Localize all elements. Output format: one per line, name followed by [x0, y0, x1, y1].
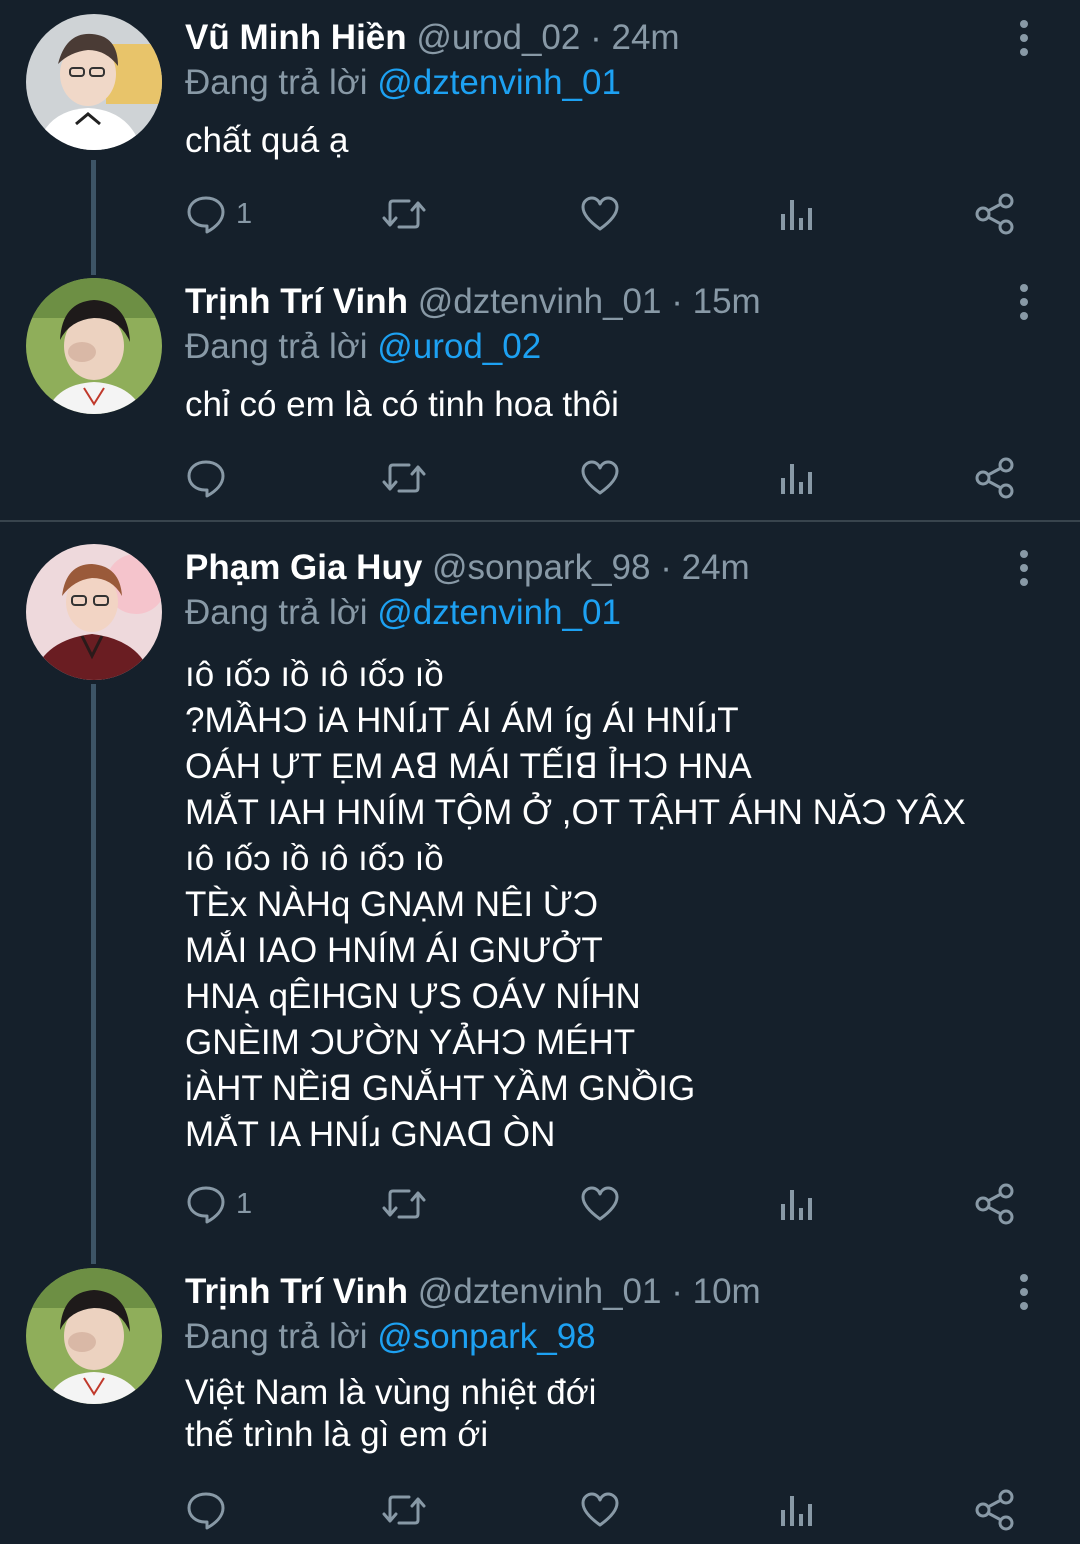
replying-to-label: Đang trả lời [185, 1317, 368, 1356]
user-handle[interactable]: @dztenvinh_01 [418, 1272, 662, 1311]
like-icon [581, 196, 619, 231]
share-icon [975, 457, 1014, 499]
replying-to-label: Đang trả lời [185, 63, 368, 102]
replying-to-label: Đang trả lời [185, 327, 368, 366]
timestamp[interactable]: 10m [693, 1272, 761, 1311]
share-icon [975, 193, 1014, 235]
mention-link[interactable]: @sonpark_98 [377, 1317, 595, 1356]
retweet-icon [382, 1495, 426, 1525]
mention-link[interactable]: @urod_02 [377, 327, 541, 366]
analytics-icon [781, 1190, 812, 1220]
tweet-text: chỉ có em là có tinh hoa thôi [185, 385, 619, 424]
avatar[interactable] [26, 278, 162, 414]
display-name[interactable]: Vũ Minh Hiền [185, 18, 407, 57]
replying-to: Đang trả lời @sonpark_98 [185, 1315, 596, 1359]
reply-icon [187, 460, 225, 498]
retweet-button[interactable] [381, 1482, 427, 1538]
like-icon [581, 460, 619, 495]
like-button[interactable] [580, 186, 620, 242]
mention-link[interactable]: @dztenvinh_01 [377, 593, 621, 632]
tweet-header: Phạm Gia Huy @sonpark_98 · 24m [185, 546, 750, 590]
share-button[interactable] [974, 450, 1016, 506]
analytics-button[interactable] [779, 1176, 815, 1232]
tweet-header: Vũ Minh Hiền @urod_02 · 24m [185, 16, 680, 60]
reply-icon [187, 1492, 225, 1530]
share-button[interactable] [974, 1176, 1016, 1232]
more-icon[interactable] [1004, 1270, 1044, 1314]
reply-button[interactable]: 1 [186, 186, 252, 242]
retweet-icon [382, 1189, 426, 1219]
timestamp[interactable]: 24m [612, 18, 680, 57]
separator: · [671, 282, 683, 321]
like-icon [581, 1186, 619, 1221]
tweet-text: ıô ıốɔ ıồ ıô ıốɔ ıồ ?MẦHƆ iA HNÍɹT ÁI ÁM… [185, 655, 966, 1154]
user-handle[interactable]: @dztenvinh_01 [418, 282, 662, 321]
share-icon [975, 1489, 1014, 1531]
action-bar [0, 1482, 1080, 1538]
reply-button[interactable] [186, 450, 236, 506]
mention-link[interactable]: @dztenvinh_01 [377, 63, 621, 102]
action-bar [0, 450, 1080, 506]
retweet-icon [382, 199, 426, 229]
separator: · [590, 18, 602, 57]
tweet-text: Việt Nam là vùng nhiệt đới thế trình là … [185, 1373, 597, 1454]
retweet-button[interactable] [381, 450, 427, 506]
like-button[interactable] [580, 1482, 620, 1538]
analytics-icon [781, 1496, 812, 1526]
display-name[interactable]: Trịnh Trí Vinh [185, 1272, 408, 1311]
analytics-icon [781, 464, 812, 494]
analytics-button[interactable] [779, 1482, 815, 1538]
retweet-button[interactable] [381, 186, 427, 242]
replying-to: Đang trả lời @urod_02 [185, 325, 541, 369]
user-handle[interactable]: @sonpark_98 [432, 548, 650, 587]
analytics-button[interactable] [779, 450, 815, 506]
retweet-icon [382, 463, 426, 493]
analytics-button[interactable] [779, 186, 815, 242]
tweet[interactable]: Trịnh Trí Vinh @dztenvinh_01 · 15m Đang … [0, 264, 1080, 520]
timestamp[interactable]: 24m [682, 548, 750, 587]
reply-icon [187, 196, 225, 234]
tweet[interactable]: Phạm Gia Huy @sonpark_98 · 24m Đang trả … [0, 530, 1080, 1250]
like-button[interactable] [580, 1176, 620, 1232]
separator: · [671, 1272, 683, 1311]
action-bar: 1 [0, 1176, 1080, 1232]
replying-to-label: Đang trả lời [185, 593, 368, 632]
avatar[interactable] [26, 1268, 162, 1404]
share-icon [975, 1183, 1014, 1225]
share-button[interactable] [974, 186, 1016, 242]
retweet-button[interactable] [381, 1176, 427, 1232]
reply-icon [187, 1186, 225, 1224]
more-icon[interactable] [1004, 280, 1044, 324]
replying-to: Đang trả lời @dztenvinh_01 [185, 61, 621, 105]
display-name[interactable]: Phạm Gia Huy [185, 548, 422, 587]
tweet[interactable]: Trịnh Trí Vinh @dztenvinh_01 · 10m Đang … [0, 1254, 1080, 1544]
replying-to: Đang trả lời @dztenvinh_01 [185, 591, 621, 635]
reply-button[interactable]: 1 [186, 1176, 252, 1232]
like-button[interactable] [580, 450, 620, 506]
analytics-icon [781, 200, 812, 230]
action-bar: 1 [0, 186, 1080, 242]
reply-count: 1 [236, 1187, 253, 1220]
timestamp[interactable]: 15m [693, 282, 761, 321]
display-name[interactable]: Trịnh Trí Vinh [185, 282, 408, 321]
reply-count: 1 [236, 197, 253, 230]
tweet-text: chất quá ạ [185, 121, 349, 160]
more-icon[interactable] [1004, 16, 1044, 60]
tweet-header: Trịnh Trí Vinh @dztenvinh_01 · 10m [185, 1270, 761, 1314]
share-button[interactable] [974, 1482, 1016, 1538]
user-handle[interactable]: @urod_02 [416, 18, 580, 57]
like-icon [581, 1492, 619, 1527]
avatar[interactable] [26, 544, 162, 680]
more-icon[interactable] [1004, 546, 1044, 590]
avatar[interactable] [26, 14, 162, 150]
tweet-header: Trịnh Trí Vinh @dztenvinh_01 · 15m [185, 280, 761, 324]
thread-divider [0, 520, 1080, 522]
separator: · [660, 548, 672, 587]
reply-feed: Vũ Minh Hiền @urod_02 · 24m Đang trả lời… [0, 0, 1080, 1544]
reply-button[interactable] [186, 1482, 236, 1538]
tweet[interactable]: Vũ Minh Hiền @urod_02 · 24m Đang trả lời… [0, 0, 1080, 260]
